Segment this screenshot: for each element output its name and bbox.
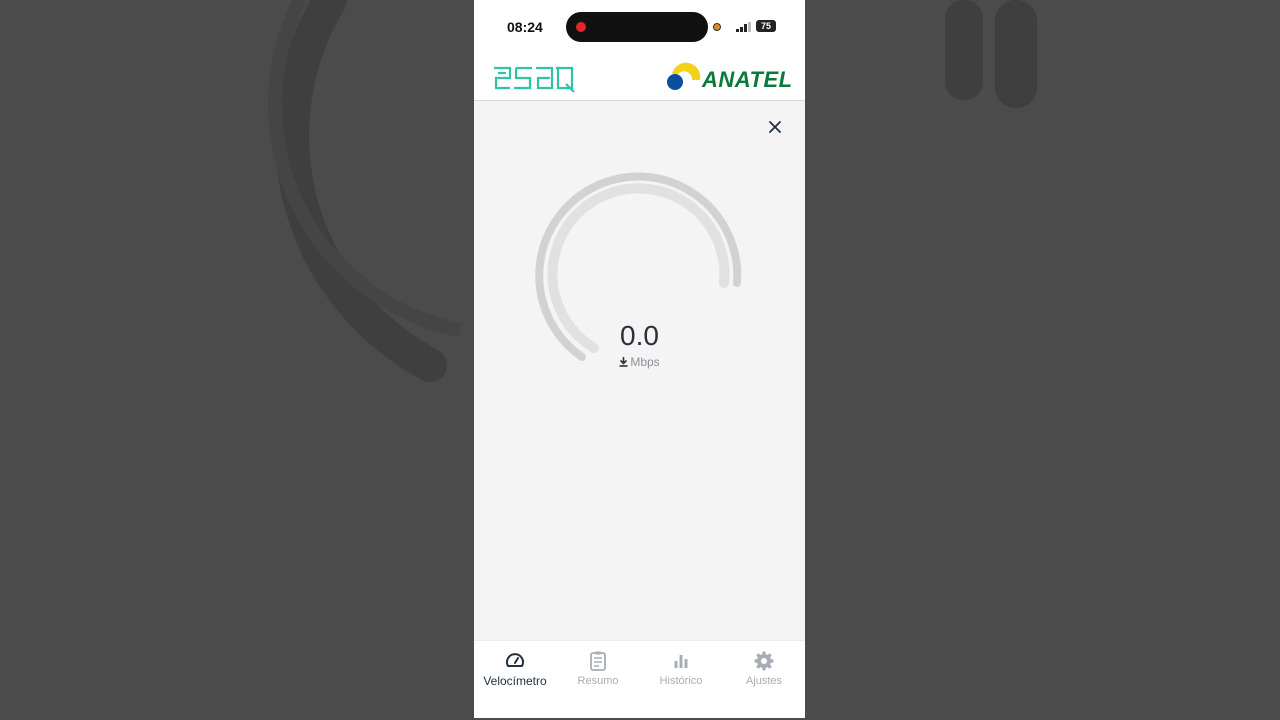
speed-unit: Mbps xyxy=(474,355,805,369)
esaq-logo xyxy=(492,64,578,99)
tab-label-velocimetro: Velocímetro xyxy=(483,674,547,688)
speedometer-icon xyxy=(506,653,524,667)
gear-icon xyxy=(754,651,774,671)
dynamic-island xyxy=(566,12,708,42)
bottom-tab-bar: Velocímetro Resumo Histórico Ajustes xyxy=(474,640,805,718)
anatel-logo-text: ANATEL xyxy=(702,67,793,92)
tab-velocimetro[interactable]: Velocímetro xyxy=(474,651,556,688)
tab-ajustes[interactable]: Ajustes xyxy=(723,651,805,687)
camera-indicator-icon xyxy=(713,23,721,31)
tab-label-resumo: Resumo xyxy=(577,675,619,687)
app-header: ANATEL xyxy=(474,54,805,101)
phone-screen: 08:24 75 ANATEL 0.0 Mbps Velocímetro Res… xyxy=(474,0,805,718)
tab-label-historico: Histórico xyxy=(659,675,703,687)
status-bar: 08:24 75 xyxy=(474,0,805,54)
anatel-logo: ANATEL xyxy=(664,60,792,96)
battery-icon: 75 xyxy=(756,20,776,32)
recording-indicator-icon xyxy=(576,22,586,32)
status-time: 08:24 xyxy=(507,19,543,35)
bar-chart-icon xyxy=(674,655,688,668)
clipboard-icon xyxy=(590,651,606,671)
tab-resumo[interactable]: Resumo xyxy=(557,651,639,687)
speed-value: 0.0 xyxy=(620,320,659,351)
speed-unit-label: Mbps xyxy=(630,355,660,369)
download-icon xyxy=(619,357,628,367)
tab-label-ajustes: Ajustes xyxy=(745,675,783,687)
close-icon[interactable] xyxy=(764,116,786,138)
signal-strength-icon xyxy=(736,22,751,32)
tab-historico[interactable]: Histórico xyxy=(640,651,722,687)
